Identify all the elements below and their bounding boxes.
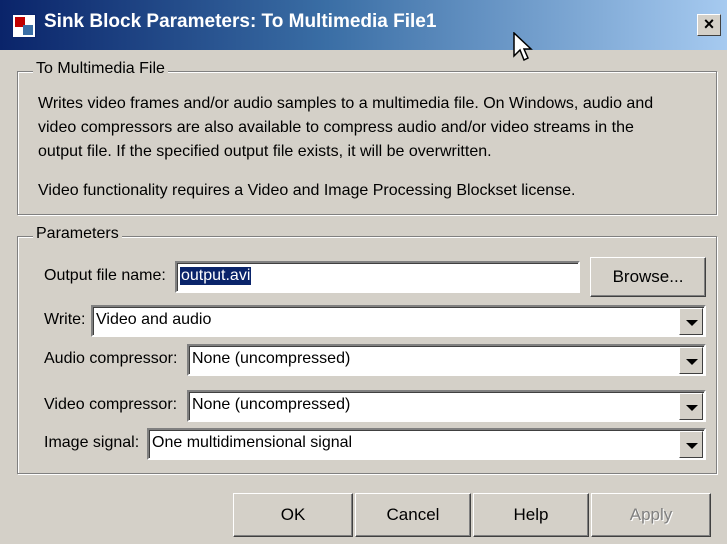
audio-compressor-label: Audio compressor: xyxy=(44,350,178,367)
simulink-icon xyxy=(12,14,36,38)
write-select[interactable]: Video and audio xyxy=(91,305,706,337)
output-file-input[interactable]: output.avi xyxy=(175,261,580,293)
apply-button[interactable]: Apply xyxy=(591,493,711,537)
description-line-3: output file. If the specified output fil… xyxy=(38,143,492,160)
description-line-1: Writes video frames and/or audio samples… xyxy=(38,95,654,112)
chevron-down-icon[interactable] xyxy=(679,308,703,335)
chevron-down-icon[interactable] xyxy=(679,431,703,458)
image-signal-value: One multidimensional signal xyxy=(152,434,353,451)
video-compressor-value: None (uncompressed) xyxy=(192,396,351,413)
cancel-button[interactable]: Cancel xyxy=(355,493,471,537)
description-line-4: Video functionality requires a Video and… xyxy=(38,182,576,199)
video-compressor-select[interactable]: None (uncompressed) xyxy=(187,390,706,422)
parameters-group-label: Parameters xyxy=(33,225,122,243)
browse-button[interactable]: Browse... xyxy=(590,257,706,297)
image-signal-label: Image signal: xyxy=(44,434,140,451)
write-value: Video and audio xyxy=(96,311,212,328)
mouse-cursor-icon xyxy=(513,32,533,62)
description-group-label: To Multimedia File xyxy=(33,60,168,78)
description-line-2: video compressors are also available to … xyxy=(38,119,634,136)
close-button[interactable]: × xyxy=(697,14,721,36)
video-compressor-label: Video compressor: xyxy=(44,396,178,413)
window-title: Sink Block Parameters: To Multimedia Fil… xyxy=(44,11,437,32)
audio-compressor-select[interactable]: None (uncompressed) xyxy=(187,344,706,376)
image-signal-select[interactable]: One multidimensional signal xyxy=(147,428,706,460)
output-file-value: output.avi xyxy=(180,267,252,285)
ok-button[interactable]: OK xyxy=(233,493,353,537)
title-bar[interactable]: Sink Block Parameters: To Multimedia Fil… xyxy=(0,0,727,50)
help-button[interactable]: Help xyxy=(473,493,589,537)
audio-compressor-value: None (uncompressed) xyxy=(192,350,351,367)
chevron-down-icon[interactable] xyxy=(679,393,703,420)
write-label: Write: xyxy=(44,311,86,328)
output-file-label: Output file name: xyxy=(44,267,166,284)
chevron-down-icon[interactable] xyxy=(679,347,703,374)
